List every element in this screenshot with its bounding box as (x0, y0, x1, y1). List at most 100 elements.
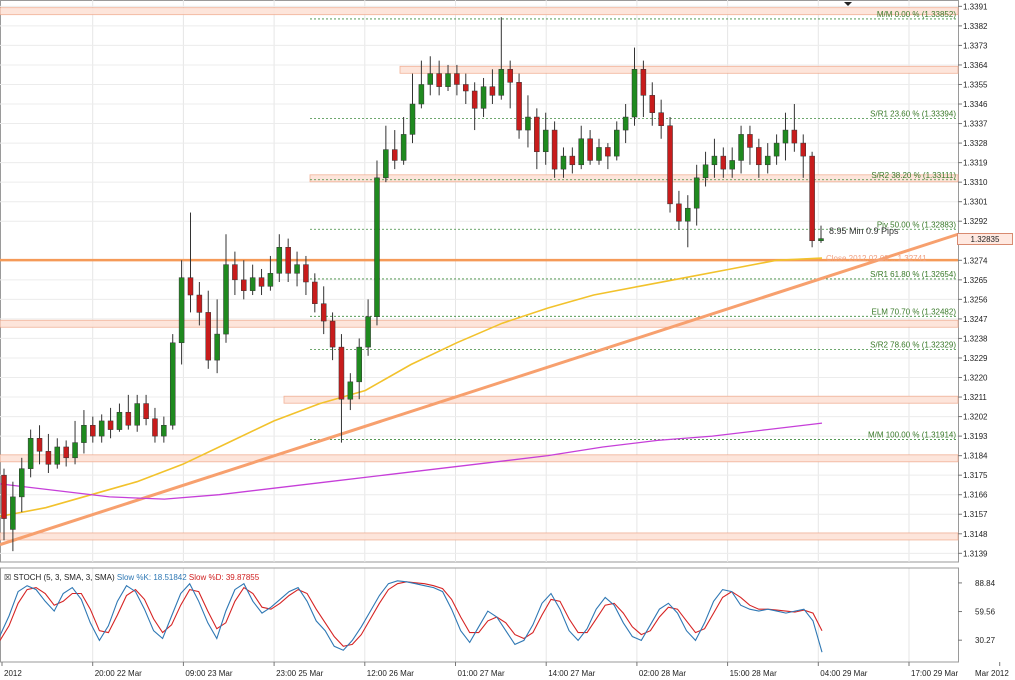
y-tick-label: 1.3238 (963, 334, 988, 343)
sr-zone (309, 174, 959, 183)
y-tick-label: 1.3346 (963, 100, 988, 109)
x-tick-label: 14:00 27 Mar (548, 669, 595, 678)
candle-up (560, 155, 567, 170)
y-tick-label: 1.3382 (963, 22, 988, 31)
y-tick-label: 1.3157 (963, 510, 988, 519)
moving-averages (0, 232, 959, 547)
stoch-params: STOCH (5, 3, SMA, 3, SMA) (13, 573, 115, 582)
candle-up (400, 134, 407, 161)
candle-up (702, 164, 709, 179)
candle-up (27, 438, 34, 469)
candle-up (418, 84, 425, 105)
candle-down (36, 438, 43, 452)
y-tick-label: 1.3193 (963, 432, 988, 441)
sr-zone (399, 65, 959, 74)
candle-up (525, 116, 531, 131)
candle-down (587, 138, 593, 161)
candle-up (169, 342, 176, 426)
candle-up (383, 149, 389, 179)
candle-down (143, 403, 149, 419)
candle-up (10, 496, 16, 530)
x-tick-label: 15:00 28 Mar (730, 669, 777, 678)
candle-down (436, 73, 442, 87)
candle-down (125, 411, 132, 426)
candle-down (303, 264, 309, 283)
main-grid (0, 0, 959, 662)
candle-down (676, 203, 682, 222)
candle-down (320, 303, 327, 322)
sma-yellow (0, 257, 823, 518)
candle-up (374, 177, 380, 317)
candle-down (471, 90, 478, 109)
candle-up (445, 73, 451, 87)
close-label: Close 2012.02.09 .. 1.32741 (826, 254, 927, 263)
candle-up (764, 155, 771, 166)
candle-down (232, 264, 238, 281)
stoch-k-label: Slow %K: 18.51842 (116, 573, 187, 582)
candle-up (294, 264, 300, 274)
candle-down (569, 155, 576, 166)
y-tick-label: 1.3211 (963, 393, 987, 402)
candle-down (649, 95, 656, 113)
candle-down (241, 279, 247, 291)
candles (1, 17, 824, 552)
x-tick-label: 17:00 29 Mar (911, 669, 958, 678)
y-tick-label: 1.3391 (963, 2, 988, 11)
candle-down (534, 116, 540, 153)
x-tick-label: 02:00 28 Mar (639, 669, 686, 678)
y-tick-label: 1.3166 (963, 491, 988, 500)
candle-down (658, 112, 664, 126)
candle-up (542, 129, 549, 153)
sr-zone (283, 395, 959, 404)
candle-down (391, 149, 398, 161)
fib-label: S/R2 78.60 % (1.32329) (870, 341, 956, 350)
stochastic-panel: 88.84 59.56 30.27 (0, 567, 996, 663)
candle-down (329, 320, 336, 348)
y-tick-label: 1.3328 (963, 139, 988, 148)
candle-down (516, 82, 522, 131)
y-tick-label: 1.3319 (963, 159, 988, 168)
current-price-badge: 1.32835 (957, 233, 1013, 245)
y-tick-label: 1.3148 (963, 530, 988, 539)
stoch-tick-label: 30.27 (975, 636, 996, 645)
y-tick-label: 1.3310 (963, 178, 988, 187)
candle-down (747, 134, 753, 148)
stoch-tick-label: 59.56 (975, 608, 996, 617)
fib-label: S/R1 61.80 % (1.32654) (870, 270, 956, 279)
sr-zone (0, 532, 959, 541)
fib-label: S/R2 38.20 % (1.33111) (871, 171, 956, 180)
candle-up (622, 116, 629, 131)
stoch-k-line (0, 580, 823, 653)
y-tick-label: 1.3229 (963, 354, 988, 363)
y-tick-label: 1.3355 (963, 80, 988, 89)
candle-down (45, 451, 52, 465)
candle-down (338, 346, 345, 400)
x-tick-label: 12:00 26 Mar (367, 669, 414, 678)
candle-down (63, 446, 69, 459)
candle-up (214, 333, 220, 361)
candle-down (285, 247, 291, 274)
y-tick-label: 1.3373 (963, 41, 988, 50)
measurement-label: 8.95 Min 0.9 Pips (829, 226, 899, 236)
candle-up (54, 446, 61, 465)
candle-up (693, 177, 700, 209)
y-tick-label: 1.3265 (963, 276, 988, 285)
candle-up (738, 134, 744, 161)
candle-down (756, 147, 762, 166)
candle-up (98, 420, 105, 437)
candle-up (116, 411, 123, 430)
candle-up (178, 277, 185, 344)
y-tick-label: 1.3202 (963, 413, 988, 422)
y-tick-label: 1.3337 (963, 120, 988, 129)
candle-up (782, 129, 789, 144)
candle-up (365, 316, 371, 348)
candle-down (809, 155, 815, 242)
stoch-close-icon[interactable]: ☒ (4, 573, 11, 582)
candle-up (711, 155, 718, 166)
candle-up (729, 160, 735, 170)
candle-up (578, 138, 584, 166)
candle-up (818, 238, 824, 242)
candle-down (640, 69, 647, 96)
x-tick-label: 2012 (4, 669, 22, 678)
x-tick-label: 20:00 22 Mar (95, 669, 142, 678)
